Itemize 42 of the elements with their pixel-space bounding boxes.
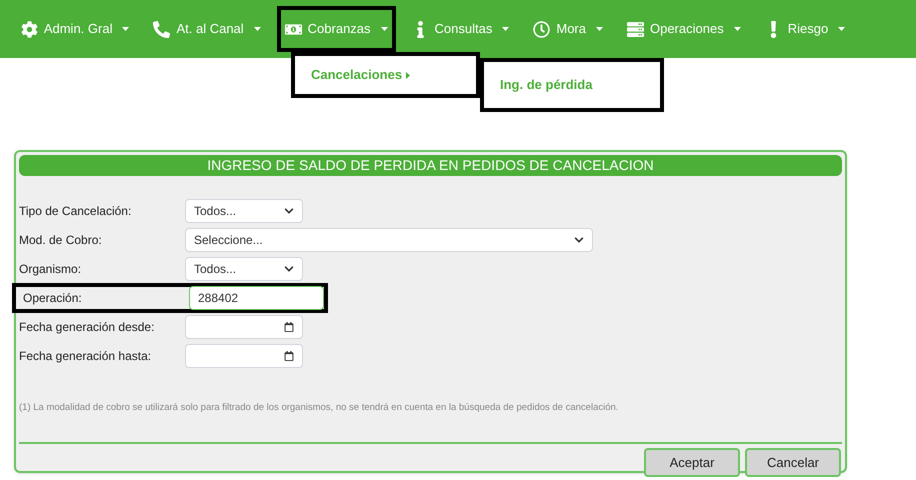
menu-item[interactable]: Cobranzas — [276, 6, 396, 52]
menu-item[interactable]: Mora — [525, 6, 611, 52]
server-icon — [626, 20, 644, 38]
menu-item[interactable]: Consultas — [404, 6, 518, 52]
field-label: Operación: — [23, 290, 83, 307]
menu-item[interactable]: Riesgo — [756, 6, 854, 52]
submenu-item[interactable]: Ing. de pérdida — [480, 58, 664, 112]
menu-item[interactable]: Admin. Gral — [12, 6, 138, 52]
calendar-icon — [284, 351, 294, 361]
input-field[interactable]: 288402 — [189, 286, 324, 310]
accept-button[interactable]: Aceptar — [644, 448, 740, 478]
menu-item[interactable]: Operaciones — [618, 6, 749, 52]
footnote: (1) La modalidad de cobro se utilizará solo para filtrado de los organismos, no se tendrá en cuenta en la búsqueda de pedidos de cancelación. — [19, 401, 620, 415]
clock-icon — [533, 20, 550, 38]
field-label: Fecha generación hasta: — [19, 348, 152, 365]
select-field[interactable]: Todos... — [185, 199, 303, 223]
caret-icon — [502, 27, 510, 31]
select-field[interactable]: Todos... — [185, 257, 303, 281]
menu-item[interactable]: At. al Canal — [145, 6, 269, 52]
caret-icon — [596, 27, 603, 31]
caret-icon — [380, 27, 388, 31]
field-label: Fecha generación desde: — [19, 319, 156, 336]
caret-icon — [122, 27, 130, 31]
date-field[interactable] — [185, 344, 303, 368]
chevron-down-icon — [574, 235, 584, 245]
field-label: Tipo de Cancelación: — [19, 203, 132, 220]
select-field[interactable]: Seleccione... — [185, 228, 593, 252]
caret-right-icon — [406, 72, 410, 78]
caret-icon — [254, 27, 261, 31]
field-label: Mod. de Cobro: — [19, 232, 103, 249]
calendar-icon — [284, 322, 294, 332]
dropdown-menu-item[interactable]: Cancelaciones — [291, 52, 480, 98]
date-field[interactable] — [185, 315, 303, 339]
chevron-down-icon — [284, 206, 294, 216]
panel-header: INGRESO DE SALDO DE PERDIDA EN PEDIDOS DE CANCELACION — [19, 155, 842, 176]
caret-icon — [838, 27, 846, 31]
phone-icon — [153, 20, 170, 38]
chevron-down-icon — [284, 264, 294, 274]
field-label: Organismo: — [19, 261, 82, 278]
gear-icon — [20, 20, 38, 38]
caret-icon — [734, 27, 741, 31]
cancel-button[interactable]: Cancelar — [745, 448, 841, 478]
